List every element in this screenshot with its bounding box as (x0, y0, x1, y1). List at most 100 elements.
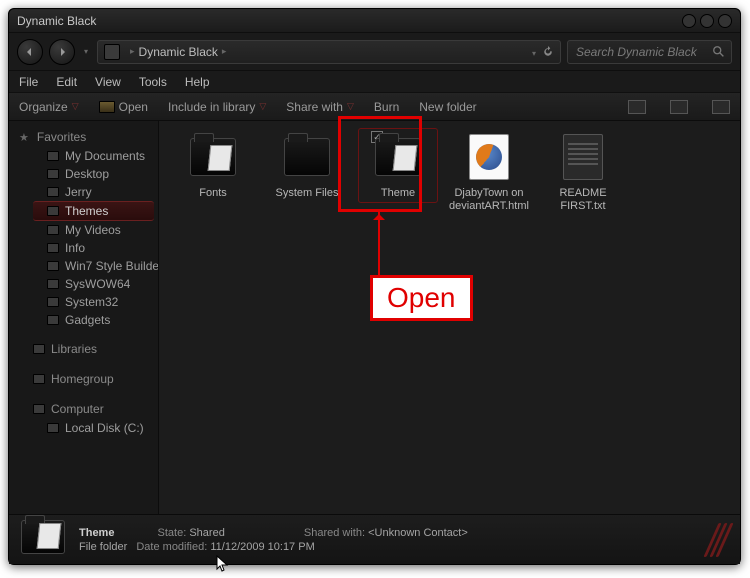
folder-icon (47, 297, 59, 307)
sidebar-item-jerry[interactable]: Jerry (13, 183, 158, 201)
details-state-label: State: (158, 527, 187, 539)
breadcrumb-segment[interactable]: Dynamic Black (139, 45, 218, 59)
navigation-pane: ★Favorites My Documents Desktop Jerry Th… (9, 121, 159, 514)
sidebar-group-favorites[interactable]: ★Favorites (13, 127, 158, 147)
sidebar-item-my-documents[interactable]: My Documents (13, 147, 158, 165)
item-label: System Files (276, 187, 339, 200)
chevron-down-icon: ▽ (347, 101, 354, 112)
sidebar-group-libraries[interactable]: Libraries (13, 339, 158, 359)
help-button[interactable] (712, 100, 730, 114)
sidebar-group-homegroup[interactable]: Homegroup (13, 369, 158, 389)
details-sharedwith-label: Shared with: (304, 527, 365, 539)
annotation-arrow (378, 210, 380, 276)
sidebar-item-themes[interactable]: Themes (33, 201, 154, 221)
minimize-button[interactable] (682, 14, 696, 28)
folder-icon (104, 44, 120, 60)
include-in-library-button[interactable]: Include in library▽ (168, 100, 266, 114)
breadcrumb-dropdown-icon[interactable]: ▾ (532, 49, 536, 58)
annotation-label: Open (370, 275, 473, 321)
folder-icon (47, 187, 59, 197)
details-type: File folder (79, 541, 127, 553)
items-grid: Fonts System Files ✓ Theme DjabyTown on … (173, 131, 726, 213)
forward-button[interactable] (49, 39, 75, 65)
details-modified-label: Date modified: (136, 541, 207, 553)
menu-help[interactable]: Help (185, 75, 210, 89)
item-label: Fonts (199, 187, 227, 200)
command-bar: Organize▽ Open Include in library▽ Share… (9, 93, 740, 121)
drive-icon (47, 423, 59, 433)
sidebar-group-computer[interactable]: Computer (13, 399, 158, 419)
item-djabytown-html[interactable]: DjabyTown on deviantART.html (449, 131, 529, 213)
homegroup-icon (33, 374, 45, 384)
libraries-icon (33, 344, 45, 354)
item-system-files[interactable]: System Files (267, 131, 347, 200)
firefox-icon (476, 144, 502, 170)
details-thumbnail (21, 520, 67, 560)
share-with-button[interactable]: Share with▽ (286, 100, 354, 114)
search-icon (712, 45, 726, 59)
computer-icon (33, 404, 45, 414)
details-modified-value: 11/12/2009 10:17 PM (210, 541, 314, 553)
search-placeholder: Search Dynamic Black (576, 45, 697, 59)
title-bar[interactable]: Dynamic Black (9, 9, 740, 33)
folder-icon (47, 169, 59, 179)
item-label: DjabyTown on deviantART.html (449, 187, 529, 213)
nav-row: ▾ ▸ Dynamic Black ▸ ▾ Search Dynamic Bla… (9, 33, 740, 71)
view-options-button[interactable] (628, 100, 646, 114)
search-input[interactable]: Search Dynamic Black (567, 40, 732, 64)
sidebar-item-gadgets[interactable]: Gadgets (13, 311, 158, 329)
open-folder-icon (99, 101, 115, 113)
folder-icon (375, 138, 421, 176)
refresh-icon[interactable] (540, 44, 556, 60)
open-button[interactable]: Open (99, 100, 148, 114)
back-button[interactable] (17, 39, 43, 65)
text-file-icon (563, 134, 603, 180)
folder-icon (284, 138, 330, 176)
menu-edit[interactable]: Edit (56, 75, 77, 89)
sidebar-item-desktop[interactable]: Desktop (13, 165, 158, 183)
window-title: Dynamic Black (17, 14, 96, 28)
folder-icon (190, 138, 236, 176)
folder-icon (47, 315, 59, 325)
menu-tools[interactable]: Tools (139, 75, 167, 89)
item-theme[interactable]: ✓ Theme (358, 128, 438, 203)
folder-icon (47, 225, 59, 235)
sidebar-item-win7-style-builder[interactable]: Win7 Style Builder (13, 257, 158, 275)
preview-pane-button[interactable] (670, 100, 688, 114)
sidebar-item-system32[interactable]: System32 (13, 293, 158, 311)
folder-icon (47, 261, 59, 271)
chevron-down-icon: ▽ (259, 101, 266, 112)
item-label: README FIRST.txt (543, 187, 623, 213)
details-sharedwith-value: <Unknown Contact> (368, 527, 468, 539)
close-button[interactable] (718, 14, 732, 28)
new-folder-button[interactable]: New folder (419, 100, 476, 114)
star-icon: ★ (19, 131, 29, 144)
folder-icon (47, 151, 59, 161)
details-pane: Theme State: Shared Shared with: <Unknow… (9, 514, 740, 564)
details-name: Theme (79, 527, 114, 539)
breadcrumb[interactable]: ▸ Dynamic Black ▸ ▾ (97, 40, 561, 64)
menu-view[interactable]: View (95, 75, 121, 89)
folder-icon (47, 206, 59, 216)
item-readme-txt[interactable]: README FIRST.txt (543, 131, 623, 213)
history-dropdown-icon[interactable]: ▾ (81, 47, 91, 56)
item-label: Theme (381, 187, 415, 200)
sidebar-item-syswow64[interactable]: SysWOW64 (13, 275, 158, 293)
html-file-icon (469, 134, 509, 180)
menu-file[interactable]: File (19, 75, 38, 89)
chevron-down-icon: ▽ (72, 101, 79, 112)
burn-button[interactable]: Burn (374, 100, 399, 114)
sidebar-item-local-disk-c[interactable]: Local Disk (C:) (13, 419, 158, 437)
organize-button[interactable]: Organize▽ (19, 100, 79, 114)
folder-icon (47, 243, 59, 253)
sidebar-item-info[interactable]: Info (13, 239, 158, 257)
mouse-cursor-icon (216, 555, 230, 573)
item-fonts[interactable]: Fonts (173, 131, 253, 200)
breadcrumb-separator: ▸ (130, 46, 135, 57)
menu-bar: File Edit View Tools Help (9, 71, 740, 93)
sidebar-item-my-videos[interactable]: My Videos (13, 221, 158, 239)
details-state-value: Shared (189, 527, 224, 539)
maximize-button[interactable] (700, 14, 714, 28)
folder-icon (47, 279, 59, 289)
breadcrumb-separator: ▸ (222, 46, 227, 57)
